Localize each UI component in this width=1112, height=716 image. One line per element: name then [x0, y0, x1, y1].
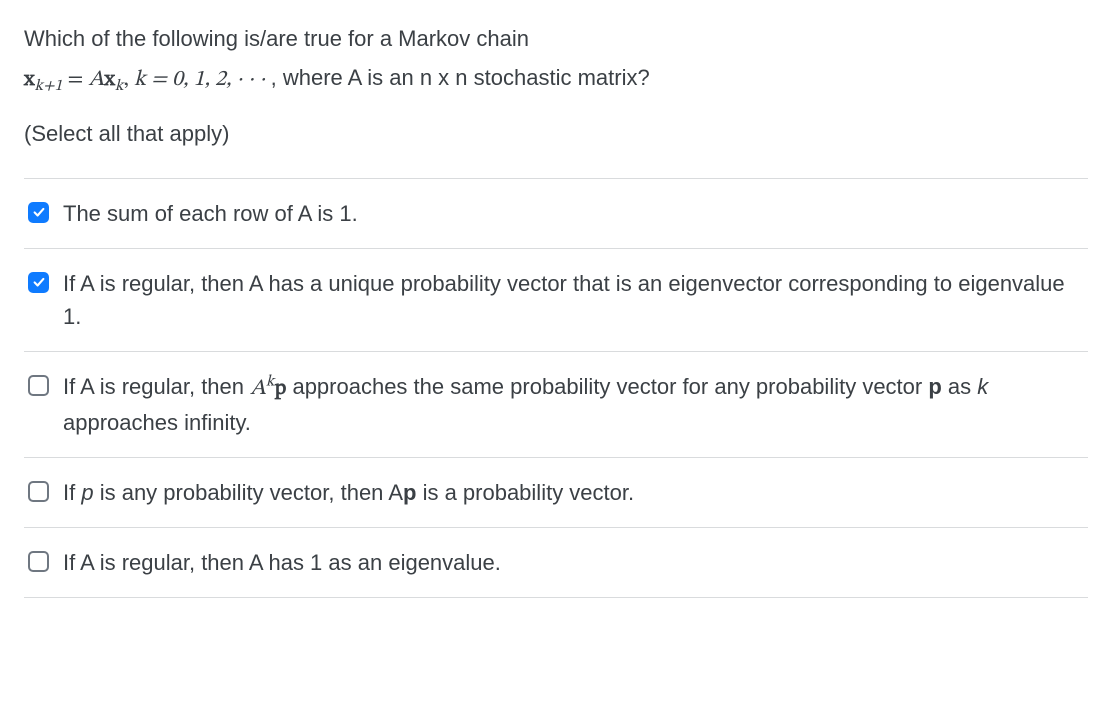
option-row-4[interactable]: If A is regular, then A has 1 as an eige… [24, 527, 1088, 598]
option-3-post: is a probability vector. [416, 480, 634, 505]
option-3-pre: If [63, 480, 81, 505]
option-2-p: p [275, 378, 287, 400]
option-label-1: If A is regular, then A has a unique pro… [63, 271, 1065, 329]
question-text-1: Which of the following is/are true for a… [24, 26, 529, 51]
k-sequence: k = 0, 1, 2, · · · [134, 69, 265, 91]
option-2-post1: as [942, 374, 977, 399]
check-icon [32, 275, 46, 289]
option-row-2[interactable]: If A is regular, then Akp approaches the… [24, 351, 1088, 457]
option-3-p-italic: p [81, 480, 93, 505]
sub-k-plus-1: k+1 [35, 78, 63, 94]
option-row-0[interactable]: The sum of each row of A is 1. [24, 178, 1088, 248]
option-row-1[interactable]: If A is regular, then A has a unique pro… [24, 248, 1088, 351]
question-line-2: xk+1 = Axk, k = 0, 1, 2, · · · , where A… [24, 61, 1088, 99]
option-label-4: If A is regular, then A has 1 as an eige… [63, 550, 501, 575]
option-text-3: If p is any probability vector, then Ap … [63, 476, 1082, 509]
option-2-k: k [977, 374, 988, 399]
checkbox-4[interactable] [28, 551, 49, 572]
checkbox-2[interactable] [28, 375, 49, 396]
question-block: Which of the following is/are true for a… [24, 22, 1088, 150]
option-2-mid: approaches the same probability vector f… [286, 374, 928, 399]
option-2-sup-k: k [266, 373, 275, 389]
matrix-a: A [89, 69, 105, 91]
x-k: x [104, 69, 115, 91]
check-icon [32, 205, 46, 219]
markov-equation: xk+1 = Axk, k = 0, 1, 2, · · · [24, 69, 271, 91]
question-instruction: (Select all that apply) [24, 117, 1088, 150]
checkbox-1[interactable] [28, 272, 49, 293]
option-text-4: If A is regular, then A has 1 as an eige… [63, 546, 1082, 579]
option-2-pre: If A is regular, then [63, 374, 250, 399]
question-line-1: Which of the following is/are true for a… [24, 22, 1088, 55]
equals-1: = [62, 69, 88, 91]
option-label-0: The sum of each row of A is 1. [63, 201, 358, 226]
checkbox-0[interactable] [28, 202, 49, 223]
option-text-1: If A is regular, then A has a unique pro… [63, 267, 1082, 333]
option-3-mid: is any probability vector, then A [94, 480, 403, 505]
comma-sep: , [123, 69, 134, 91]
option-2-post2: approaches infinity. [63, 410, 251, 435]
question-text-2: , where A is an n x n stochastic matrix? [271, 65, 650, 90]
option-3-bold-p: p [403, 480, 416, 505]
checkbox-3[interactable] [28, 481, 49, 502]
options-list: The sum of each row of A is 1. If A is r… [24, 178, 1088, 598]
option-text-2: If A is regular, then Akp approaches the… [63, 370, 1082, 439]
option-text-0: The sum of each row of A is 1. [63, 197, 1082, 230]
option-row-3[interactable]: If p is any probability vector, then Ap … [24, 457, 1088, 527]
option-2-A: A [250, 378, 266, 400]
option-2-bold-p: p [928, 374, 941, 399]
x-k-plus-1: x [24, 69, 35, 91]
